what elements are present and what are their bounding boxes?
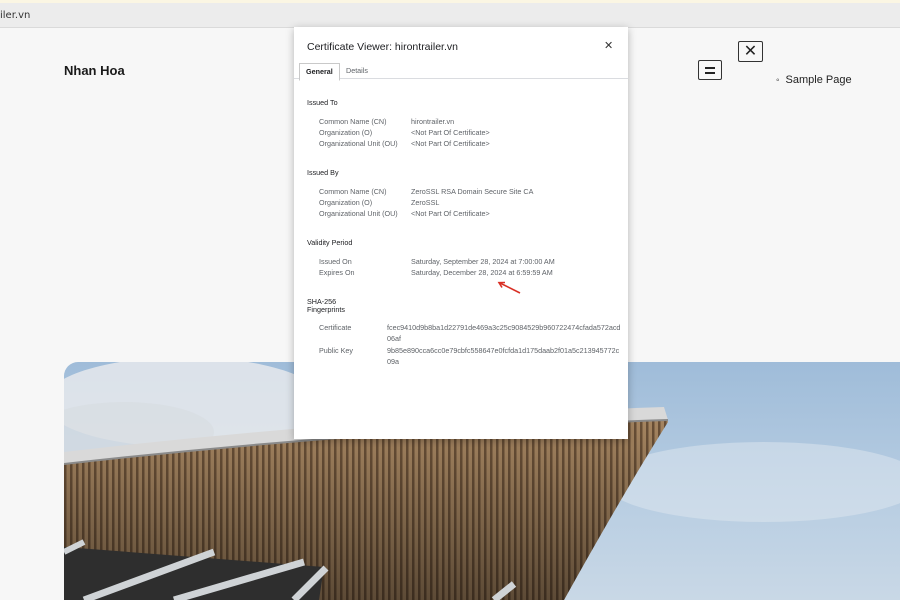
certificate-viewer-dialog: Certificate Viewer: hirontrailer.vn ✕ Ge…: [294, 27, 628, 439]
row-label: Organizational Unit (OU): [319, 209, 398, 218]
row-value: <Not Part Of Certificate>: [411, 139, 490, 148]
annotation-arrow-icon: [497, 281, 521, 294]
section-heading-issued-to: Issued To: [307, 98, 338, 107]
nav-item-sample-page[interactable]: Sample Page: [776, 74, 852, 86]
hamburger-icon-line: [705, 72, 715, 74]
row-value: <Not Part Of Certificate>: [411, 209, 490, 218]
tab-details[interactable]: Details: [340, 63, 374, 79]
row-value: ZeroSSL: [411, 198, 440, 207]
row-label: Expires On: [319, 268, 355, 277]
row-label: Common Name (CN): [319, 187, 387, 196]
tab-general[interactable]: General: [299, 63, 340, 81]
row-value: Saturday, September 28, 2024 at 7:00:00 …: [411, 257, 555, 266]
site-title[interactable]: Nhan Hoa: [64, 63, 125, 78]
public-key-fingerprint: 9b85e890cca6cc0e79cbfc558647e0fcfda1d175…: [387, 346, 620, 366]
section-heading-validity: Validity Period: [307, 238, 353, 247]
row-value: hirontrailer.vn: [411, 117, 455, 126]
row-value: ZeroSSL RSA Domain Secure Site CA: [411, 187, 534, 196]
menu-toggle-button[interactable]: [698, 60, 722, 80]
section-heading-issued-by: Issued By: [307, 168, 339, 177]
row-value: Saturday, December 28, 2024 at 6:59:59 A…: [411, 268, 553, 277]
row-value: <Not Part Of Certificate>: [411, 128, 490, 137]
hamburger-icon: [705, 67, 715, 69]
close-icon[interactable]: ✕: [604, 39, 613, 52]
address-text[interactable]: iler.vn: [0, 10, 30, 21]
row-label: Common Name (CN): [319, 117, 387, 126]
tab-bar: General Details: [294, 61, 628, 81]
row-label: Organization (O): [319, 128, 373, 137]
close-menu-button[interactable]: ✕: [738, 41, 763, 62]
row-label: Issued On: [319, 257, 352, 266]
dialog-title: Certificate Viewer: hirontrailer.vn: [307, 41, 458, 53]
row-label: Organizational Unit (OU): [319, 139, 398, 148]
section-heading-fingerprints: Fingerprints: [307, 305, 345, 314]
row-label: Organization (O): [319, 198, 373, 207]
row-label: Certificate: [319, 323, 352, 332]
row-label: Public Key: [319, 346, 353, 355]
certificate-fingerprint: fcec9410d9b8ba1d22791de469a3c25c9084529b…: [387, 323, 621, 343]
address-bar[interactable]: iler.vn: [0, 3, 900, 28]
